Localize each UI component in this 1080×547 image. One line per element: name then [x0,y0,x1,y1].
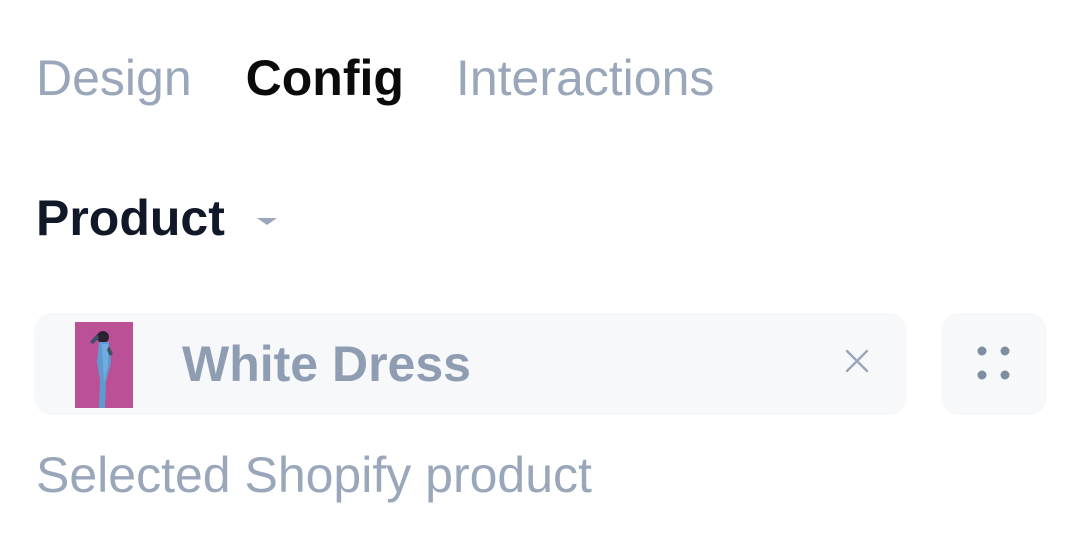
caret-down-icon [256,217,277,225]
tab-bar: Design Config Interactions [36,46,714,110]
drag-handle-button[interactable] [941,313,1047,415]
tab-design[interactable]: Design [36,46,192,110]
product-thumbnail [75,322,133,408]
section-title: Product [36,190,225,246]
dress-photo-icon [75,322,133,408]
selected-product-name: White Dress [182,336,471,392]
close-icon [845,349,869,373]
product-section-toggle[interactable]: Product [36,186,277,250]
config-panel: Design Config Interactions Product White… [0,0,1080,547]
clear-product-button[interactable] [842,346,872,376]
tab-interactions[interactable]: Interactions [456,46,714,110]
product-helper-text: Selected Shopify product [36,447,592,503]
product-picker[interactable]: White Dress [34,313,907,415]
drag-handle-icon [977,346,1010,380]
tab-config[interactable]: Config [246,46,404,110]
